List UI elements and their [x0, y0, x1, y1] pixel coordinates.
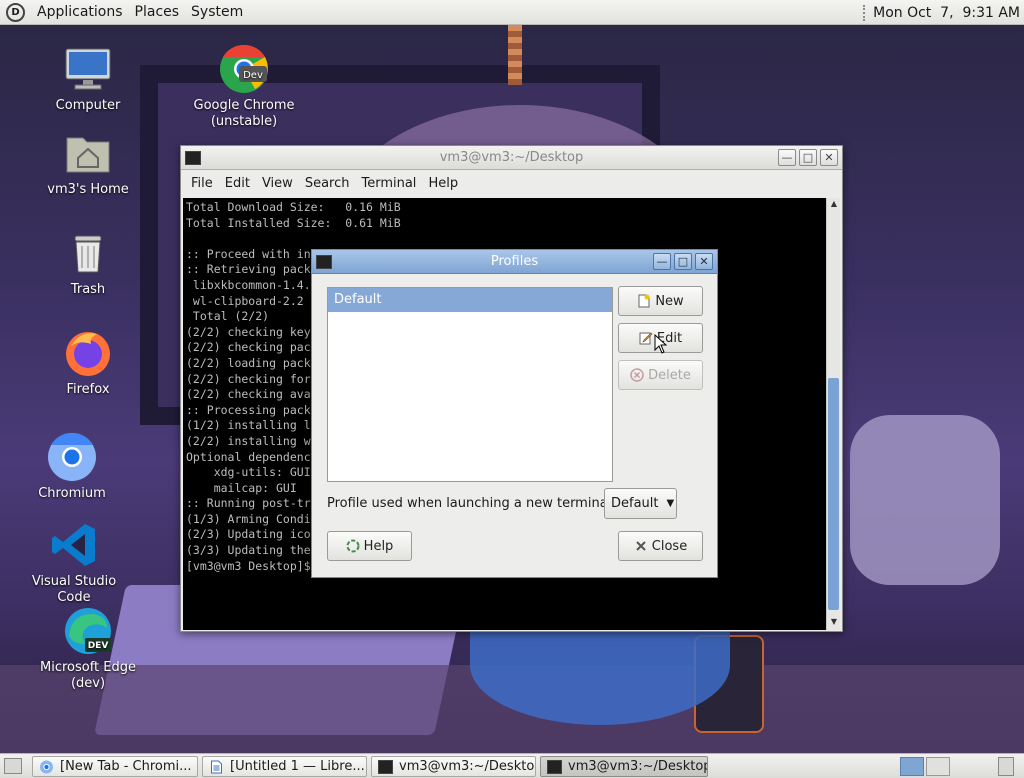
system-menu[interactable]: System	[191, 4, 243, 20]
desktop-icon-label: Trash	[70, 282, 106, 297]
svg-text:Dev: Dev	[243, 70, 263, 81]
wallpaper-rope	[508, 25, 522, 85]
new-profile-button[interactable]: New	[618, 286, 703, 316]
help-button[interactable]: Help	[327, 531, 412, 561]
window-title: vm3@vm3:~/Desktop	[439, 150, 584, 165]
desktop-icon-label: Microsoft Edge (dev)	[39, 660, 136, 691]
document-icon	[209, 760, 224, 774]
menu-terminal[interactable]: Terminal	[361, 176, 416, 191]
menu-view[interactable]: View	[262, 176, 293, 191]
firefox-icon	[63, 328, 113, 378]
minimize-button[interactable]: —	[778, 149, 796, 166]
maximize-button[interactable]: □	[799, 149, 817, 166]
panel-grip	[863, 4, 867, 21]
workspace-switcher[interactable]	[900, 757, 924, 776]
delete-profile-button[interactable]: Delete	[618, 360, 703, 390]
launch-profile-select[interactable]: Default ▼	[604, 488, 677, 519]
scrollbar-thumb[interactable]	[828, 378, 839, 610]
trash-icon	[63, 228, 113, 278]
menu-search[interactable]: Search	[305, 176, 350, 191]
desktop-icon-edge-dev[interactable]: DEV Microsoft Edge (dev)	[28, 606, 148, 692]
places-menu[interactable]: Places	[135, 4, 180, 20]
close-dialog-button[interactable]: Close	[618, 531, 703, 561]
close-button[interactable]: ✕	[695, 253, 713, 270]
scroll-up-icon[interactable]: ▲	[827, 199, 841, 211]
show-desktop-icon[interactable]	[4, 758, 22, 774]
desktop-icon-chromium[interactable]: Chromium	[12, 432, 132, 502]
menu-file[interactable]: File	[191, 176, 213, 191]
help-icon	[346, 539, 360, 553]
desktop-icon-vscode[interactable]: Visual Studio Code	[14, 520, 134, 606]
workspace-switcher-2[interactable]	[926, 757, 950, 776]
desktop-icon-label: Computer	[55, 98, 121, 113]
desktop-icon-computer[interactable]: Computer	[28, 44, 148, 114]
profiles-dialog: Profiles — □ ✕ Default New Edit Delete P…	[311, 249, 718, 578]
mouse-pointer-icon	[654, 333, 668, 358]
maximize-button[interactable]: □	[674, 253, 692, 270]
profiles-titlebar[interactable]: Profiles — □ ✕	[312, 250, 717, 274]
taskbar-item-chromium[interactable]: [New Tab - Chromi...	[32, 756, 198, 777]
menu-edit[interactable]: Edit	[225, 176, 250, 191]
chrome-dev-icon: Dev	[219, 44, 269, 94]
desktop-icon-label: Firefox	[66, 382, 110, 397]
terminal-icon	[547, 759, 562, 774]
taskbar-item-terminal-1[interactable]: vm3@vm3:~/Desktop	[371, 756, 536, 777]
desktop-icon-chrome-dev[interactable]: Dev Google Chrome (unstable)	[184, 44, 304, 130]
bottom-panel: [New Tab - Chromi... [Untitled 1 — Libre…	[0, 753, 1024, 778]
chromium-icon	[47, 432, 97, 482]
delete-icon	[630, 368, 644, 382]
terminal-menubar: File Edit View Search Terminal Help	[181, 170, 842, 197]
new-document-icon	[637, 294, 651, 308]
chromium-icon	[39, 760, 54, 774]
menu-help[interactable]: Help	[428, 176, 458, 191]
clock[interactable]: Mon Oct 7, 9:31 AM	[873, 5, 1020, 21]
desktop-icon-firefox[interactable]: Firefox	[28, 328, 148, 398]
svg-text:DEV: DEV	[88, 641, 109, 651]
profile-list-item[interactable]: Default	[328, 288, 612, 312]
edge-dev-icon: DEV	[63, 606, 113, 656]
close-button[interactable]: ✕	[820, 149, 838, 166]
edit-icon	[639, 331, 653, 345]
vscode-icon	[49, 520, 99, 570]
terminal-scrollbar[interactable]: ▲ ▼	[826, 198, 840, 630]
chevron-down-icon: ▼	[666, 498, 675, 509]
desktop-icon-label: vm3's Home	[47, 182, 129, 197]
terminal-icon	[378, 759, 393, 774]
terminal-line: Total Installed Size: 0.61 MiB	[186, 215, 401, 230]
profile-list[interactable]: Default	[327, 287, 613, 482]
applications-menu[interactable]: Applications	[37, 4, 123, 20]
trash-applet-icon[interactable]	[998, 757, 1014, 776]
desktop-icon-label: Google Chrome (unstable)	[193, 98, 295, 129]
distro-logo-icon[interactable]: D	[6, 2, 25, 22]
terminal-line: Total Download Size: 0.16 MiB	[186, 200, 401, 214]
computer-icon	[63, 44, 113, 94]
wallpaper-pillow	[850, 415, 1000, 585]
terminal-icon	[185, 150, 201, 165]
desktop-icon-home[interactable]: vm3's Home	[28, 128, 148, 198]
terminal-titlebar[interactable]: vm3@vm3:~/Desktop — □ ✕	[181, 146, 842, 170]
home-folder-icon	[63, 128, 113, 178]
minimize-button[interactable]: —	[653, 253, 671, 270]
desktop-icon-label: Chromium	[38, 486, 106, 501]
close-icon	[634, 539, 648, 553]
terminal-icon	[316, 254, 332, 269]
desktop-icon-label: Visual Studio Code	[31, 574, 117, 605]
top-panel: D Applications Places System Mon Oct 7, …	[0, 0, 1024, 25]
launch-profile-label: Profile used when launching a new termin…	[327, 496, 616, 511]
taskbar-item-libreoffice[interactable]: [Untitled 1 — Libre...	[202, 756, 367, 777]
taskbar-item-terminal-2[interactable]: vm3@vm3:~/Desktop	[540, 756, 708, 777]
desktop-icon-trash[interactable]: Trash	[28, 228, 148, 298]
scroll-down-icon[interactable]: ▼	[827, 617, 841, 629]
